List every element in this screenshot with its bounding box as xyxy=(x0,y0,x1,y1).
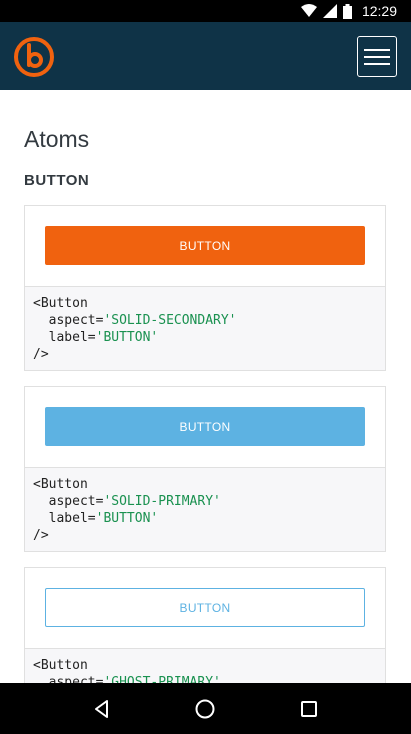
code-value: 'SOLID-PRIMARY' xyxy=(103,494,221,509)
button-preview: BUTTON xyxy=(25,206,385,287)
hamburger-menu-icon[interactable] xyxy=(357,36,397,77)
solid-primary-button[interactable]: BUTTON xyxy=(45,407,365,446)
recents-icon[interactable] xyxy=(297,697,321,721)
code-snippet: <Button aspect='SOLID-PRIMARY' label='BU… xyxy=(25,468,385,551)
code-value: 'BUTTON' xyxy=(95,330,159,345)
example-card: BUTTON <Button aspect='SOLID-SECONDARY' … xyxy=(24,205,386,371)
page-title: Atoms xyxy=(24,126,90,152)
menu-bar xyxy=(364,55,390,58)
app-header xyxy=(0,22,411,90)
code-close: /> xyxy=(33,347,49,362)
example-card: BUTTON <Button aspect='GHOST-PRIMARY' xyxy=(24,567,386,683)
code-value: 'GHOST-PRIMARY' xyxy=(103,675,221,683)
code-snippet: <Button aspect='GHOST-PRIMARY' xyxy=(25,649,385,683)
home-icon[interactable] xyxy=(193,697,217,721)
code-value: 'SOLID-SECONDARY' xyxy=(103,313,237,328)
menu-bar xyxy=(364,48,390,51)
status-bar: 12:29 xyxy=(0,0,411,22)
menu-bar xyxy=(364,62,390,65)
status-time: 12:29 xyxy=(361,3,397,19)
solid-secondary-button[interactable]: BUTTON xyxy=(45,226,365,265)
main-content: Atoms BUTTON BUTTON <Button aspect='SOLI… xyxy=(0,90,411,683)
section-title: BUTTON xyxy=(24,172,90,189)
signal-icon xyxy=(322,4,337,18)
code-tag: <Button xyxy=(33,658,88,673)
back-icon[interactable] xyxy=(90,697,114,721)
button-preview: BUTTON xyxy=(25,568,385,649)
code-prop: label= xyxy=(48,511,96,526)
code-snippet: <Button aspect='SOLID-SECONDARY' label='… xyxy=(25,287,385,370)
example-card: BUTTON <Button aspect='SOLID-PRIMARY' la… xyxy=(24,386,386,552)
code-close: /> xyxy=(33,528,49,543)
brand-logo[interactable] xyxy=(13,36,55,78)
code-tag: <Button xyxy=(33,296,88,311)
ghost-primary-button[interactable]: BUTTON xyxy=(45,588,365,627)
code-prop: label= xyxy=(48,330,96,345)
navigation-bar xyxy=(0,683,411,734)
code-prop: aspect= xyxy=(48,675,104,683)
battery-icon xyxy=(342,3,352,19)
button-preview: BUTTON xyxy=(25,387,385,468)
code-tag: <Button xyxy=(33,477,88,492)
code-prop: aspect= xyxy=(48,494,104,509)
code-value: 'BUTTON' xyxy=(95,511,159,526)
code-prop: aspect= xyxy=(48,313,104,328)
wifi-icon xyxy=(300,4,317,18)
